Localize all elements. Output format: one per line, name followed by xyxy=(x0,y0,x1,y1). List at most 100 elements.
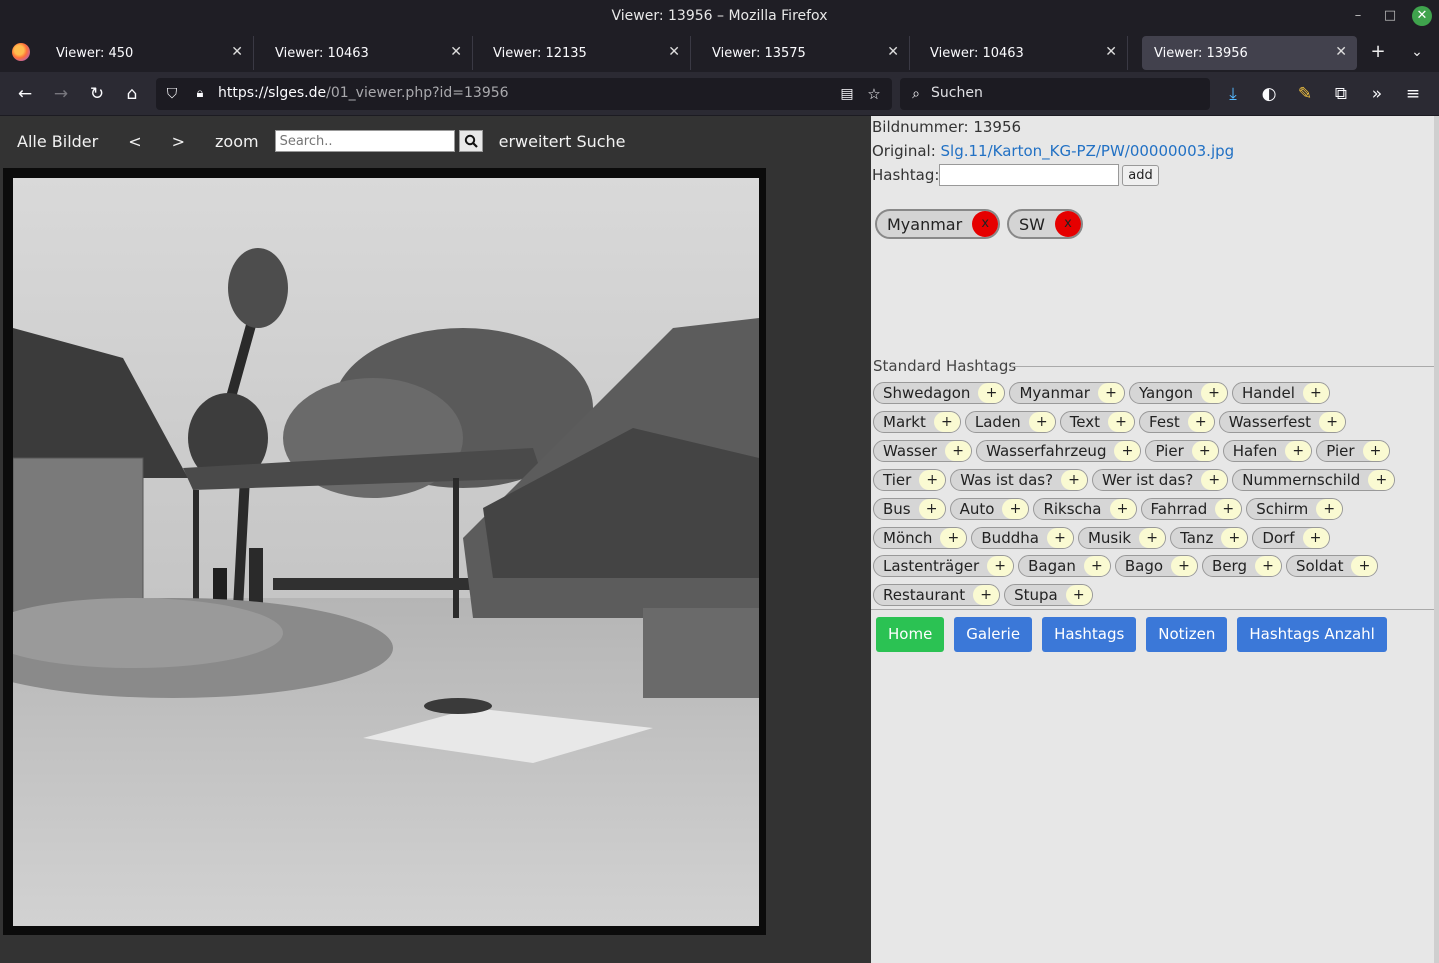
add-standard-hashtag-button[interactable]: + xyxy=(1109,498,1136,519)
tab-viewer-10463[interactable]: Viewer: 10463 ✕ xyxy=(263,36,473,70)
add-standard-hashtag-button[interactable]: + xyxy=(1285,440,1312,461)
original-file-link[interactable]: Slg.11/Karton_KG-PZ/PW/00000003.jpg xyxy=(941,142,1235,160)
browser-search-bar[interactable]: ⌕ Suchen xyxy=(900,78,1210,110)
maximize-icon[interactable]: □ xyxy=(1380,6,1400,26)
bookmark-star-icon[interactable]: ☆ xyxy=(863,83,885,105)
standard-hashtag-label: Tier xyxy=(883,470,912,489)
add-standard-hashtag-button[interactable]: + xyxy=(1319,411,1346,432)
overflow-menu-icon[interactable]: » xyxy=(1366,83,1388,105)
minimize-icon[interactable]: – xyxy=(1348,6,1368,26)
add-standard-hashtag-button[interactable]: + xyxy=(1201,469,1228,490)
add-standard-hashtag-button[interactable]: + xyxy=(1061,469,1088,490)
add-standard-hashtag-button[interactable]: + xyxy=(1108,411,1135,432)
tab-viewer-450[interactable]: Viewer: 450 ✕ xyxy=(44,36,254,70)
extension-icon[interactable]: ◐ xyxy=(1258,83,1280,105)
add-standard-hashtag-button[interactable]: + xyxy=(1215,498,1242,519)
reload-icon[interactable]: ↻ xyxy=(86,83,108,105)
forward-icon[interactable]: → xyxy=(50,83,72,105)
add-standard-hashtag-button[interactable]: + xyxy=(940,527,967,548)
lock-icon[interactable]: 🔒︎ xyxy=(189,83,211,105)
add-standard-hashtag-button[interactable]: + xyxy=(1221,527,1248,548)
village-photo[interactable] xyxy=(13,178,759,926)
app-menu-icon[interactable]: ≡ xyxy=(1402,83,1424,105)
tab-viewer-12135[interactable]: Viewer: 12135 ✕ xyxy=(481,36,691,70)
standard-hashtag: Shwedagon + xyxy=(873,382,1006,404)
add-standard-hashtag-button[interactable]: + xyxy=(1002,498,1029,519)
add-standard-hashtag-button[interactable]: + xyxy=(933,411,960,432)
add-standard-hashtag-button[interactable]: + xyxy=(1065,585,1092,606)
close-tab-icon[interactable]: ✕ xyxy=(1105,44,1117,60)
standard-hashtag-label: Bus xyxy=(883,499,911,518)
add-standard-hashtag-button[interactable]: + xyxy=(987,556,1014,577)
remove-tag-button[interactable]: x xyxy=(972,211,999,237)
add-hashtag-button[interactable]: add xyxy=(1122,165,1159,186)
previous-image-link[interactable]: < xyxy=(128,132,141,151)
home-button[interactable]: Home xyxy=(876,617,945,652)
new-tab-icon[interactable]: + xyxy=(1368,42,1388,62)
add-standard-hashtag-button[interactable]: + xyxy=(973,585,1000,606)
add-standard-hashtag-button[interactable]: + xyxy=(945,440,972,461)
close-tab-icon[interactable]: ✕ xyxy=(450,44,462,60)
add-standard-hashtag-button[interactable]: + xyxy=(1046,527,1073,548)
gallery-button[interactable]: Galerie xyxy=(954,617,1033,652)
add-standard-hashtag-button[interactable]: + xyxy=(1191,440,1218,461)
add-standard-hashtag-button[interactable]: + xyxy=(1368,469,1395,490)
original-label: Original: xyxy=(872,142,936,160)
hashtags-button[interactable]: Hashtags xyxy=(1042,617,1137,652)
extensions-puzzle-icon[interactable]: ⧉ xyxy=(1330,83,1352,105)
downloads-icon[interactable]: ⤓ xyxy=(1222,83,1244,105)
site-search-button[interactable] xyxy=(458,130,483,152)
standard-hashtag: Pier + xyxy=(1316,439,1390,462)
add-standard-hashtag-button[interactable]: + xyxy=(1200,383,1227,403)
add-standard-hashtag-button[interactable]: + xyxy=(1171,556,1198,577)
add-standard-hashtag-button[interactable]: + xyxy=(1114,440,1141,461)
pen-extension-icon[interactable]: ✎ xyxy=(1294,83,1316,105)
hashtag-row: Bus + Auto + Rikscha + Fahrrad + Schirm + xyxy=(873,497,1347,522)
add-standard-hashtag-button[interactable]: + xyxy=(1254,556,1281,577)
home-icon[interactable]: ⌂ xyxy=(121,83,143,105)
url-bar[interactable]: ⛉ 🔒︎ https://slges.de/01_viewer.php?id=1… xyxy=(156,78,892,110)
add-standard-hashtag-button[interactable]: + xyxy=(1362,440,1389,461)
tab-viewer-13956[interactable]: Viewer: 13956 ✕ xyxy=(1142,36,1357,70)
extended-search-link[interactable]: erweitert Suche xyxy=(499,132,626,151)
add-standard-hashtag-button[interactable]: + xyxy=(1302,527,1329,548)
zoom-link[interactable]: zoom xyxy=(215,132,259,151)
close-tab-icon[interactable]: ✕ xyxy=(887,44,899,60)
standard-hashtag: Mönch + xyxy=(873,526,968,549)
add-standard-hashtag-button[interactable]: + xyxy=(918,498,945,519)
next-image-link[interactable]: > xyxy=(172,132,185,151)
close-window-icon[interactable]: ✕ xyxy=(1412,6,1432,26)
shield-icon[interactable]: ⛉ xyxy=(161,83,183,105)
add-standard-hashtag-button[interactable]: + xyxy=(1351,556,1378,577)
site-search-input[interactable] xyxy=(274,130,455,152)
close-tab-icon[interactable]: ✕ xyxy=(668,44,680,60)
url-text[interactable]: https://slges.de/01_viewer.php?id=13956 xyxy=(218,85,509,101)
back-icon[interactable]: ← xyxy=(14,83,36,105)
add-standard-hashtag-button[interactable]: + xyxy=(1097,383,1124,403)
image-pane: Alle Bilder < > zoom erweitert Suche xyxy=(0,116,871,963)
all-images-link[interactable]: Alle Bilder xyxy=(17,132,98,151)
reader-view-icon[interactable]: ▤ xyxy=(836,83,858,105)
add-standard-hashtag-button[interactable]: + xyxy=(1139,527,1166,548)
add-standard-hashtag-button[interactable]: + xyxy=(1316,498,1343,519)
standard-hashtag-label: Pier xyxy=(1326,441,1355,460)
close-tab-icon[interactable]: ✕ xyxy=(1335,44,1347,60)
tab-viewer-10463-b[interactable]: Viewer: 10463 ✕ xyxy=(918,36,1128,70)
hashtag-input[interactable] xyxy=(939,164,1119,186)
notes-button[interactable]: Notizen xyxy=(1146,617,1228,652)
remove-tag-button[interactable]: x xyxy=(1054,211,1081,237)
tab-viewer-13575[interactable]: Viewer: 13575 ✕ xyxy=(700,36,910,70)
add-standard-hashtag-button[interactable]: + xyxy=(1187,411,1214,432)
add-standard-hashtag-button[interactable]: + xyxy=(1302,383,1329,403)
close-tab-icon[interactable]: ✕ xyxy=(231,44,243,60)
standard-hashtag-label: Was ist das? xyxy=(960,470,1054,489)
standard-hashtag: Pier + xyxy=(1145,439,1219,462)
list-tabs-icon[interactable]: ⌄ xyxy=(1407,42,1427,62)
standard-hashtag: Buddha + xyxy=(971,526,1074,549)
add-standard-hashtag-button[interactable]: + xyxy=(978,383,1005,403)
scrollbar[interactable] xyxy=(1434,116,1439,963)
add-standard-hashtag-button[interactable]: + xyxy=(1083,556,1110,577)
add-standard-hashtag-button[interactable]: + xyxy=(919,469,946,490)
add-standard-hashtag-button[interactable]: + xyxy=(1028,411,1055,432)
hashtag-count-button[interactable]: Hashtags Anzahl xyxy=(1237,617,1387,652)
